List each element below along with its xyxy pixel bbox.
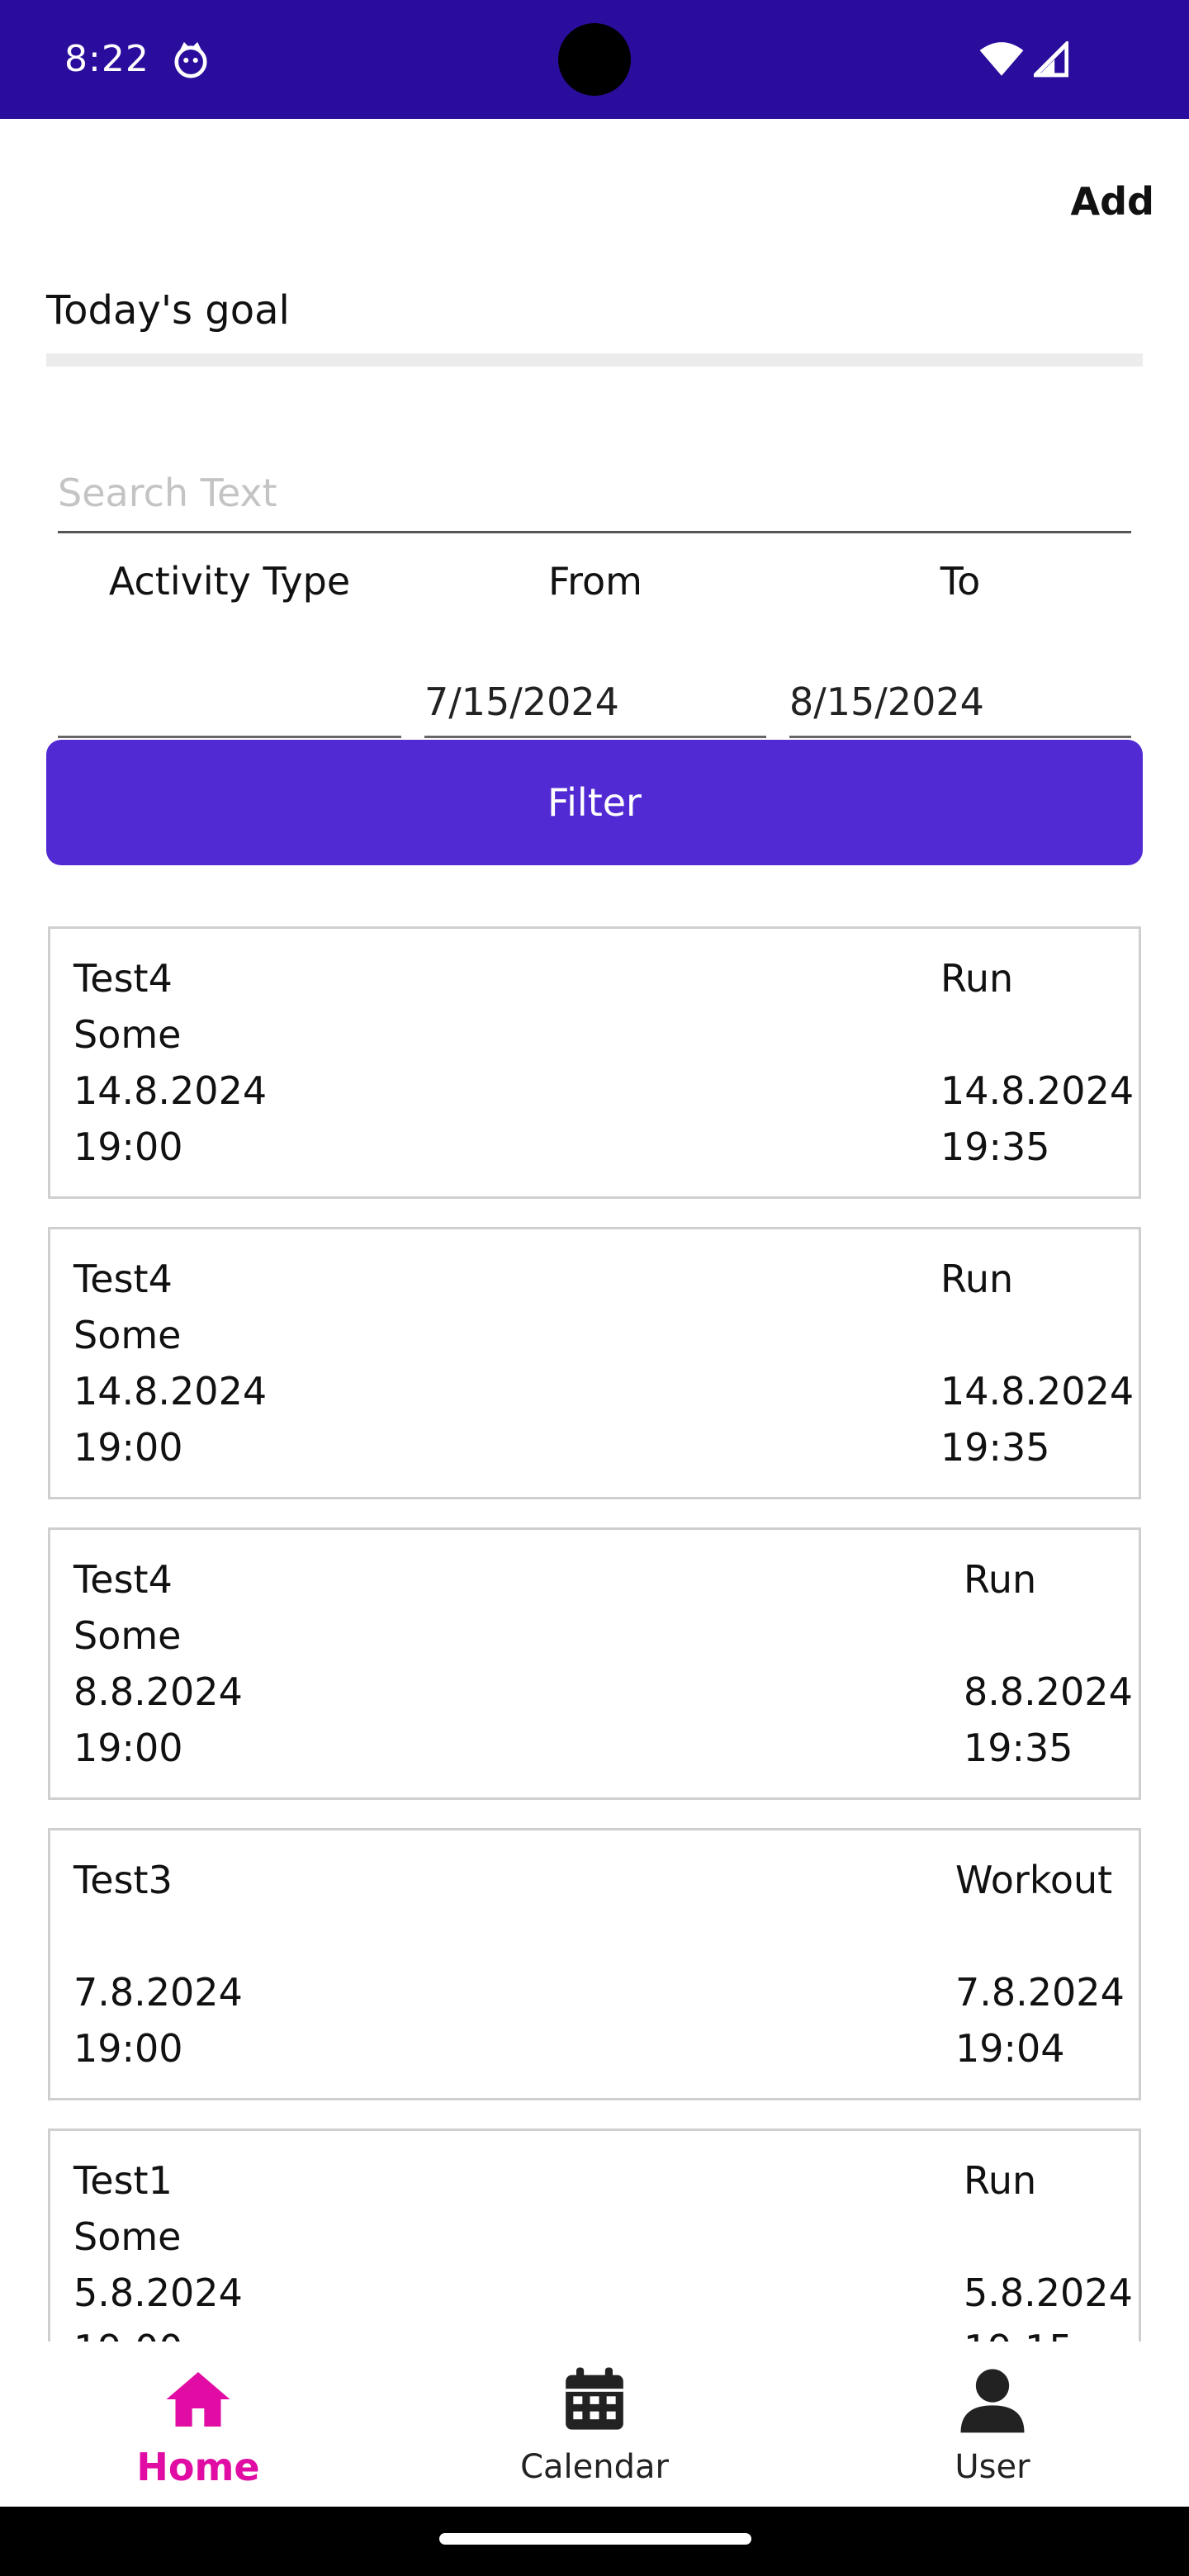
activity-start-date: 5.8.2024 (73, 2271, 243, 2315)
activity-type: Run (964, 2158, 1037, 2203)
signal-icon (1034, 41, 1068, 78)
calendar-icon (566, 2367, 623, 2430)
activity-start-time: 19:00 (73, 1726, 183, 1770)
filter-button[interactable]: Filter (46, 740, 1143, 865)
activity-start-time: 19:00 (73, 2026, 183, 2071)
status-time: 8:22 (64, 38, 149, 80)
activity-end-time: 19:15 (964, 2324, 1073, 2342)
activity-card[interactable]: Test4 Some 14.8.2024 19:00 Run 14.8.2024… (48, 926, 1141, 1199)
to-label: To (940, 559, 981, 604)
activity-type: Run (940, 1257, 1014, 1301)
activity-name: Test4 (73, 1557, 173, 1602)
activity-end-time: 19:35 (940, 1425, 1050, 1470)
activity-start-date: 14.8.2024 (73, 1068, 268, 1113)
app-notification-icon (174, 41, 207, 78)
nav-label-calendar: Calendar (520, 2448, 669, 2486)
activity-start-date: 7.8.2024 (73, 1970, 243, 2015)
home-gesture-handle[interactable] (439, 2533, 751, 2545)
goal-label: Today's goal (46, 287, 290, 334)
activity-end-date: 5.8.2024 (964, 2271, 1133, 2315)
user-icon (960, 2369, 1025, 2433)
activity-type-picker[interactable] (58, 647, 401, 738)
activity-name: Test4 (73, 1257, 173, 1301)
activity-type-label: Activity Type (108, 559, 351, 604)
from-date-value: 7/15/2024 (424, 680, 619, 724)
activity-note: Some (73, 1313, 182, 1357)
search-input[interactable] (58, 459, 1131, 533)
activity-start-time: 19:00 (73, 2324, 183, 2342)
activity-start-date: 8.8.2024 (73, 1669, 243, 1714)
nav-item-calendar[interactable]: Calendar (495, 2342, 694, 2507)
nav-label-user: User (955, 2448, 1030, 2486)
activity-note: Some (73, 2214, 182, 2259)
goal-progress-bar (46, 353, 1143, 367)
activity-end-date: 7.8.2024 (955, 1970, 1125, 2015)
home-icon (166, 2372, 230, 2427)
activity-type: Workout (955, 1858, 1113, 1902)
nav-item-user[interactable]: User (893, 2342, 1092, 2507)
camera-cutout (558, 23, 631, 96)
activity-card[interactable]: Test1 Some 5.8.2024 19:00 Run 5.8.2024 1… (48, 2129, 1141, 2342)
activity-type: Run (964, 1557, 1037, 1602)
activity-type: Run (940, 956, 1014, 1001)
from-date-picker[interactable]: 7/15/2024 (424, 647, 766, 738)
status-bar: 8:22 (0, 0, 1189, 119)
from-label: From (548, 559, 642, 604)
add-button[interactable]: Add (1071, 177, 1154, 226)
nav-item-home[interactable]: Home (99, 2342, 297, 2507)
system-nav-bar (0, 2507, 1189, 2576)
activity-note: Some (73, 1613, 182, 1658)
activity-card[interactable]: Test4 Some 8.8.2024 19:00 Run 8.8.2024 1… (48, 1527, 1141, 1800)
activity-card[interactable]: Test4 Some 14.8.2024 19:00 Run 14.8.2024… (48, 1227, 1141, 1499)
main-content[interactable]: Add Today's goal Activity Type From To 7… (0, 119, 1189, 2342)
activity-note: Some (73, 1012, 182, 1057)
activity-start-time: 19:00 (73, 1125, 183, 1169)
nav-label-home: Home (136, 2445, 260, 2489)
activity-name: Test4 (73, 956, 173, 1001)
activity-name: Test1 (73, 2158, 173, 2203)
activity-card[interactable]: Test3 7.8.2024 19:00 Workout 7.8.2024 19… (48, 1828, 1141, 2100)
activity-end-date: 8.8.2024 (964, 1669, 1133, 1714)
wifi-icon (979, 42, 1024, 76)
to-date-picker[interactable]: 8/15/2024 (789, 647, 1131, 738)
activity-end-time: 19:04 (955, 2026, 1065, 2071)
activity-end-date: 14.8.2024 (940, 1369, 1135, 1413)
activity-start-time: 19:00 (73, 1425, 183, 1470)
activity-end-time: 19:35 (940, 1125, 1050, 1169)
bottom-nav: Home Calendar User (0, 2342, 1189, 2507)
activity-start-date: 14.8.2024 (73, 1369, 268, 1413)
activity-end-date: 14.8.2024 (940, 1068, 1135, 1113)
to-date-value: 8/15/2024 (789, 680, 984, 724)
activity-name: Test3 (73, 1858, 173, 1902)
activity-end-time: 19:35 (964, 1726, 1073, 1770)
